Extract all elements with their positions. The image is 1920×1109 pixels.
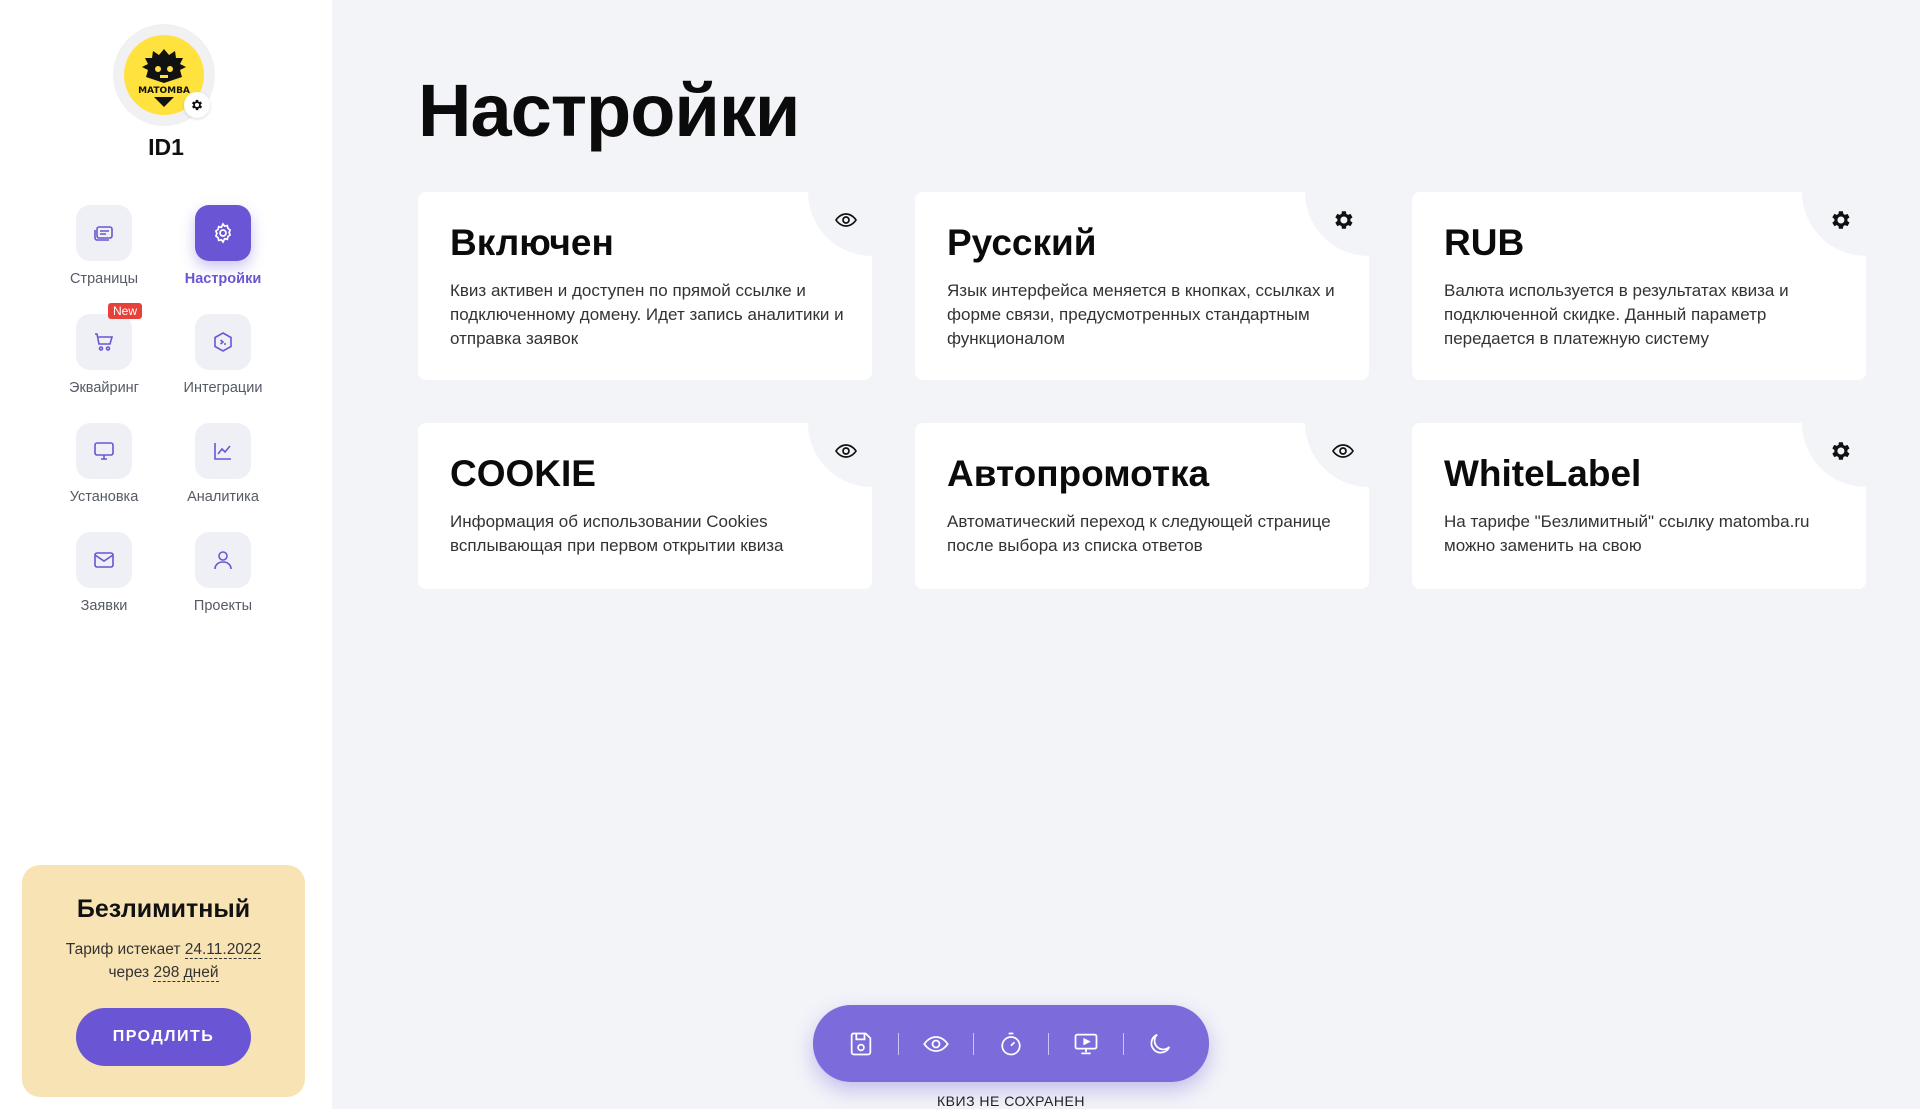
new-badge: New [108,303,143,319]
timer-button[interactable] [987,1020,1035,1068]
sidebar-item-label: Аналитика [187,489,259,505]
settings-card-autoscroll[interactable]: Автопромотка Автоматический переход к сл… [915,423,1369,589]
toolbar-separator [898,1032,900,1055]
card-action-button[interactable] [1802,192,1866,256]
gear-icon [1832,211,1850,229]
sidebar-item-label: Интеграции [183,380,263,396]
settings-card-cookie[interactable]: COOKIE Информация об использовании Cooki… [418,423,872,589]
card-description: На тарифе "Безлимитный" ссылку matomba.r… [1444,512,1810,555]
nav-icon-box [195,314,251,370]
plan-expires-date: 24.11.2022 [184,941,262,959]
integrations-icon [214,332,232,352]
avatar-container: MATOMBA [113,24,215,126]
nav-icon-box [76,532,132,588]
chart-icon [214,443,231,460]
settings-card-currency[interactable]: RUB Валюта используется в результатах кв… [1412,192,1866,380]
gear-icon [1335,211,1353,229]
cart-icon [95,333,114,351]
sidebar-item-label: Страницы [69,271,139,287]
settings-card-language[interactable]: Русский Язык интерфейса меняется в кнопк… [915,192,1369,380]
sidebar-item-pages[interactable]: Страницы [44,205,164,287]
plan-card: Безлимитный Тариф истекает 24.11.2022 че… [22,865,305,1097]
save-icon [851,1032,872,1055]
plan-title: Безлимитный [76,895,251,923]
nav-icon-box [76,314,132,370]
plan-days-prefix: через [108,964,150,981]
gear-icon [1832,442,1850,460]
card-description: Квиз активен и доступен по прямой ссылке… [450,281,844,348]
nav-icon-box [195,532,251,588]
card-action-button[interactable] [1305,192,1369,256]
extend-plan-button[interactable]: ПРОДЛИТЬ [76,1008,251,1066]
save-button[interactable] [837,1020,885,1068]
bottom-toolbar [813,1005,1209,1082]
monitor-icon [94,442,114,460]
plan-days-left: 298 дней [153,964,219,982]
sidebar-item-label: Заявки [80,598,128,614]
sidebar-item-label: Настройки [184,271,262,287]
card-title: Автопромотка [947,453,1210,494]
eye-icon [835,213,857,227]
sidebar-item-integrations[interactable]: Интеграции [163,314,283,396]
plan-expires-prefix: Тариф истекает [65,941,181,958]
avatar-logo-text: MATOMBA [138,86,190,96]
settings-card-status[interactable]: Включен Квиз активен и доступен по прямо… [418,192,872,380]
sidebar-item-analytics[interactable]: Аналитика [163,423,283,505]
timer-icon [1001,1032,1021,1055]
mail-icon [94,552,114,568]
sidebar-item-projects[interactable]: Проекты [163,532,283,614]
card-action-button[interactable] [1802,423,1866,487]
toolbar-separator [1122,1032,1124,1055]
user-id: ID1 [148,134,184,160]
card-title: Русский [947,222,1097,263]
toolbar-separator [973,1032,975,1055]
settings-card-whitelabel[interactable]: WhiteLabel На тарифе "Безлимитный" ссылк… [1412,423,1866,589]
sidebar: MATOMBA ID1 Страницы Настройки New Эквай… [0,0,332,1109]
sidebar-item-install[interactable]: Установка [44,423,164,505]
card-action-button[interactable] [808,192,872,256]
presentation-button[interactable] [1062,1020,1110,1068]
nav-icon-box [195,423,251,479]
plan-expiry-text: Тариф истекает 24.11.2022 через 298 дней [22,938,305,984]
sidebar-item-settings[interactable]: Настройки [163,205,283,287]
avatar-settings-button[interactable] [184,92,210,118]
eye-icon [923,1035,949,1052]
card-title: COOKIE [450,453,596,494]
card-title: WhiteLabel [1444,453,1642,494]
nav-icon-box [195,205,251,261]
eye-icon [1332,444,1354,458]
card-action-button[interactable] [1305,423,1369,487]
moon-icon [1151,1033,1171,1053]
preview-button[interactable] [912,1020,960,1068]
toolbar-separator [1047,1032,1049,1055]
card-description: Автоматический переход к следующей стран… [947,512,1331,555]
nav-icon-box [76,423,132,479]
sidebar-item-requests[interactable]: Заявки [44,532,164,614]
card-title: RUB [1444,222,1525,263]
eye-icon [835,444,857,458]
card-title: Включен [450,222,614,263]
sidebar-item-label: Установка [69,489,139,505]
presentation-icon [1074,1033,1098,1054]
user-icon [214,551,232,570]
sidebar-item-label: Эквайринг [69,380,139,396]
sidebar-item-acquiring[interactable]: New Эквайринг [44,303,164,396]
pages-icon [94,226,113,241]
card-description: Язык интерфейса меняется в кнопках, ссыл… [947,281,1335,348]
dark-mode-button[interactable] [1136,1020,1184,1068]
gear-icon [214,222,232,244]
page-title: Настройки [418,69,800,152]
card-action-button[interactable] [808,423,872,487]
save-status-text: КВИЗ НЕ СОХРАНЕН [937,1093,1085,1109]
nav-icon-box [76,205,132,261]
sidebar-item-label: Проекты [193,598,253,614]
card-description: Валюта используется в результатах квиза … [1444,281,1789,348]
gear-icon [191,99,203,111]
card-description: Информация об использовании Cookies вспл… [450,512,784,555]
